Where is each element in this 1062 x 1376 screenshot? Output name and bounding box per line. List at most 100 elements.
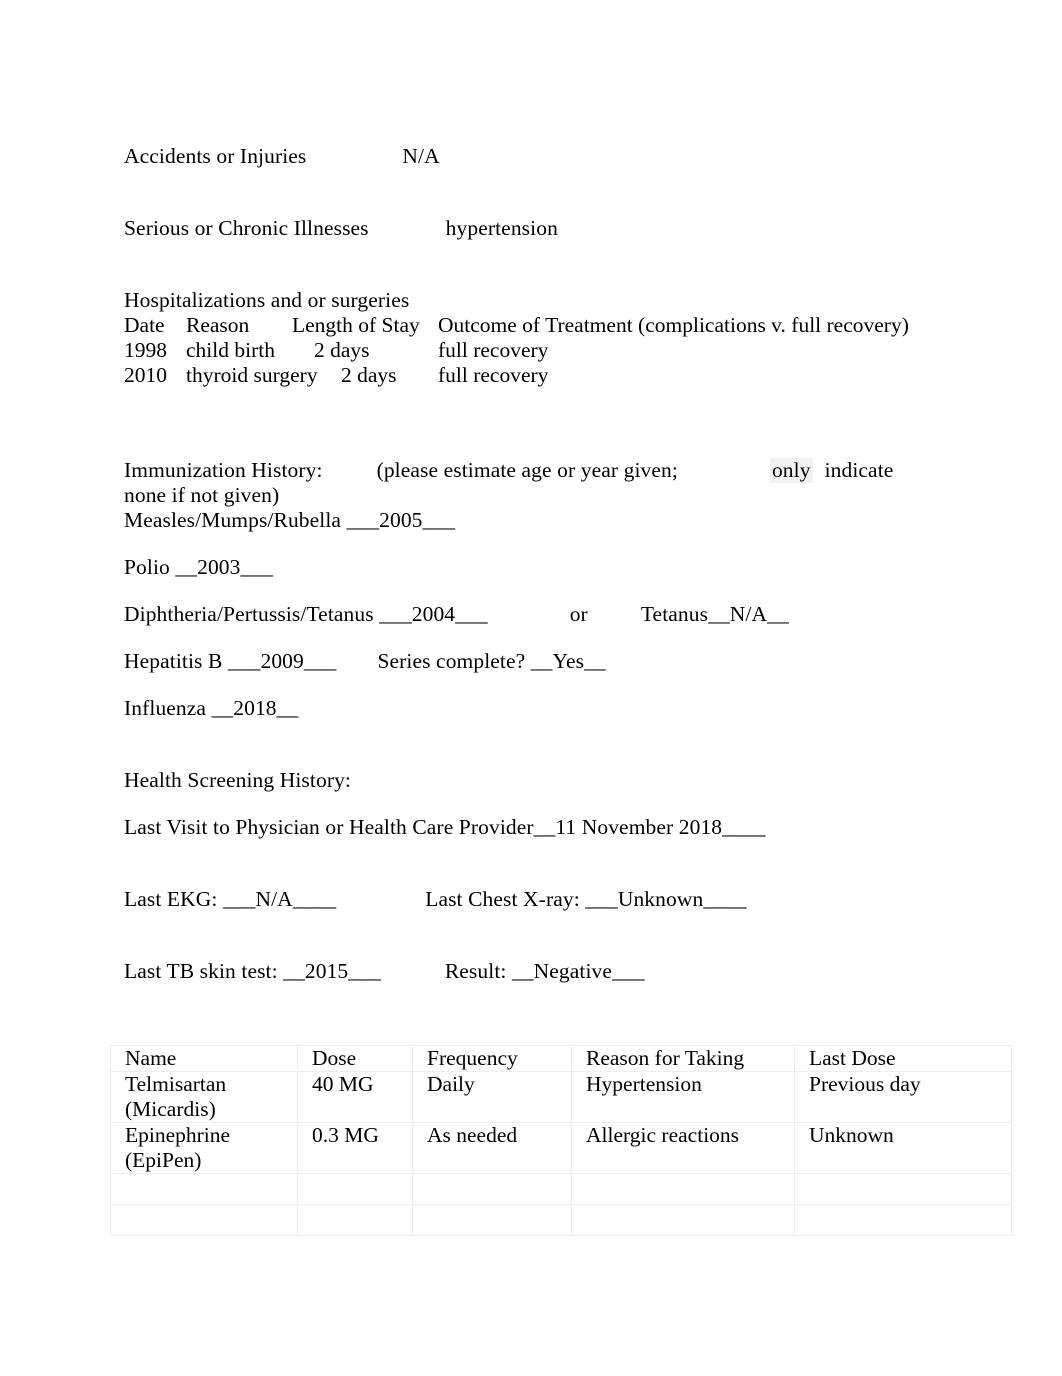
hospitalizations-row: 1998 child birth 2 days full recovery — [124, 338, 954, 363]
tb-skin-test-label: Last TB skin test: — [124, 959, 278, 983]
chronic-illnesses-label: Serious or Chronic Illnesses — [124, 216, 369, 240]
accidents-or-injuries-value: N/A — [402, 144, 440, 168]
accidents-or-injuries-label: Accidents or Injuries — [124, 144, 307, 168]
series-complete-label: Series complete? — [377, 649, 526, 673]
hospitalization-length: 2 days — [341, 363, 397, 387]
medication-last-dose: Previous day — [794, 1071, 1012, 1123]
last-ekg-value: ___N/A____ — [222, 887, 337, 911]
last-visit-value: __11 November 2018____ — [533, 815, 766, 839]
medication-reason: Hypertension — [571, 1071, 795, 1123]
hepatitis-b-value: ___2009___ — [227, 649, 337, 673]
tb-result-label: Result: — [444, 959, 507, 983]
dpt-or-label: or — [569, 602, 588, 626]
document-page: Accidents or Injuries N/A Serious or Chro… — [0, 0, 1062, 1376]
hospitalizations-header-row: Date Reason Length of Stay Outcome of Treat… — [124, 313, 954, 338]
mmr-value: ___2005___ — [346, 508, 456, 532]
immunization-heading-line: Immunization History: (please estimate ag… — [124, 458, 954, 483]
medication-name: Epinephrine (EpiPen) — [110, 1122, 298, 1174]
medication-dose: 0.3 MG — [297, 1122, 413, 1174]
medication-frequency-empty — [412, 1204, 572, 1236]
hepatitis-b-label: Hepatitis B — [124, 649, 223, 673]
polio-line: Polio __2003___ — [124, 555, 954, 580]
tb-result-value: __Negative___ — [511, 959, 645, 983]
mmr-line: Measles/Mumps/Rubella ___2005___ — [124, 508, 954, 533]
polio-value: __2003___ — [175, 555, 274, 579]
medication-last-dose-empty — [794, 1204, 1012, 1236]
table-row-empty — [110, 1173, 1012, 1205]
influenza-value: __2018__ — [211, 696, 299, 720]
immunization-heading: Immunization History: — [124, 458, 323, 482]
medication-last-dose: Unknown — [794, 1122, 1012, 1174]
hospitalizations-heading: Hospitalizations and or surgeries — [124, 288, 410, 312]
medication-last-dose-empty — [794, 1173, 1012, 1205]
tetanus-value: __N/A__ — [708, 602, 789, 626]
last-visit-line: Last Visit to Physician or Health Care P… — [124, 815, 954, 865]
medication-dose-empty — [297, 1204, 413, 1236]
hepatitis-b-line: Hepatitis B ___2009___ Series complete? _… — [124, 649, 954, 674]
hospitalization-outcome: full recovery — [438, 363, 549, 387]
medication-frequency: Daily — [412, 1071, 572, 1123]
medication-frequency-empty — [412, 1173, 572, 1205]
dpt-label: Diphtheria/Pertussis/Tetanus — [124, 602, 374, 626]
hospitalization-length: 2 days — [314, 338, 370, 362]
immunization-note-only: only — [769, 458, 813, 483]
medication-frequency: As needed — [412, 1122, 572, 1174]
polio-label: Polio — [124, 555, 170, 579]
dpt-line: Diphtheria/Pertussis/Tetanus ___2004___ o… — [124, 602, 954, 627]
last-ekg-label: Last EKG: — [124, 887, 218, 911]
chronic-illnesses-line: Serious or Chronic Illnesses hypertension — [124, 216, 954, 241]
medications-col-last-dose: Last Dose — [794, 1045, 1012, 1072]
medications-table: Name Dose Frequency Reason for Taking La… — [110, 1045, 1012, 1236]
chronic-illnesses-value: hypertension — [445, 216, 558, 240]
immunization-note-part1: (please estimate age or year given; — [376, 458, 678, 482]
medications-col-reason: Reason for Taking — [571, 1045, 795, 1072]
medication-name: Telmisartan (Micardis) — [110, 1071, 298, 1123]
medications-col-dose: Dose — [297, 1045, 413, 1072]
medication-dose: 40 MG — [297, 1071, 413, 1123]
hospitalization-date: 1998 — [124, 338, 167, 362]
medications-table-wrapper: Name Dose Frequency Reason for Taking La… — [110, 1045, 1012, 1236]
hospitalizations-col-date: Date — [124, 313, 165, 337]
series-complete-value: __Yes__ — [530, 649, 606, 673]
immunization-note-line2: none if not given) — [124, 483, 280, 507]
influenza-label: Influenza — [124, 696, 207, 720]
hospitalization-reason: thyroid surgery — [186, 363, 318, 387]
medications-col-name: Name — [110, 1045, 298, 1072]
hospitalizations-col-outcome: Outcome of Treatment (complications v. f… — [438, 313, 909, 337]
influenza-line: Influenza __2018__ — [124, 696, 954, 746]
last-chest-xray-value: ___Unknown____ — [585, 887, 747, 911]
hospitalizations-col-reason: Reason — [186, 313, 250, 337]
medication-reason-empty — [571, 1204, 795, 1236]
medication-reason-empty — [571, 1173, 795, 1205]
dpt-value: ___2004___ — [379, 602, 488, 626]
table-header-row: Name Dose Frequency Reason for Taking La… — [110, 1045, 1012, 1072]
accidents-or-injuries-line: Accidents or Injuries N/A — [124, 144, 954, 169]
table-row: Telmisartan (Micardis) 40 MG Daily Hyper… — [110, 1071, 1012, 1123]
hospitalization-reason: child birth — [186, 338, 275, 362]
tetanus-label: Tetanus — [640, 602, 709, 626]
table-row: Epinephrine (EpiPen) 0.3 MG As needed Al… — [110, 1122, 1012, 1174]
immunization-note-part2: indicate — [824, 458, 894, 482]
last-chest-xray-label: Last Chest X-ray: — [425, 887, 580, 911]
medications-col-frequency: Frequency — [412, 1045, 572, 1072]
hospitalization-outcome: full recovery — [438, 338, 549, 362]
last-visit-label: Last Visit to Physician or Health Care P… — [124, 815, 534, 839]
table-row-empty — [110, 1204, 1012, 1236]
hospitalization-date: 2010 — [124, 363, 167, 387]
medication-reason: Allergic reactions — [571, 1122, 795, 1174]
tb-skin-test-line: Last TB skin test: __2015___ Result: __Ne… — [124, 959, 954, 1009]
medication-dose-empty — [297, 1173, 413, 1205]
hospitalizations-row: 2010 thyroid surgery 2 days full recovery — [124, 363, 954, 388]
